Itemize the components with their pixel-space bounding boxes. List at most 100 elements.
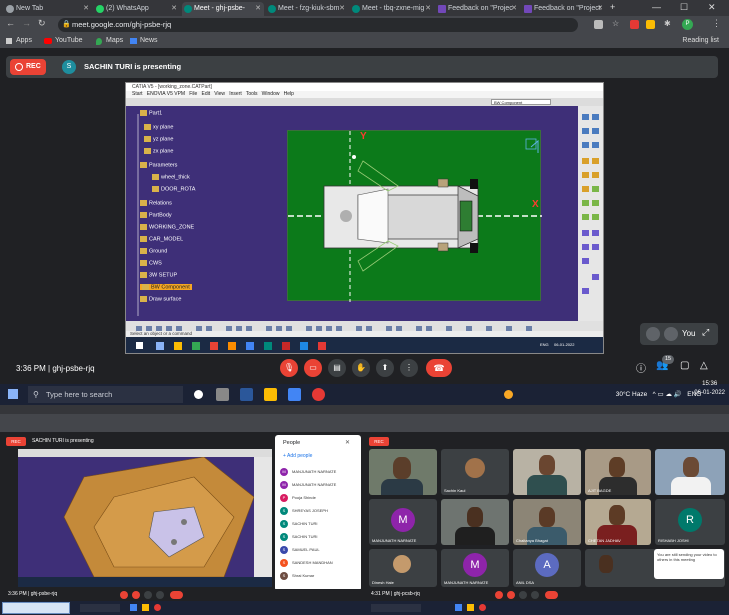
- video-tile[interactable]: M MANJUNATH NARNATE: [369, 499, 437, 545]
- camera-off-icon[interactable]: [132, 591, 140, 599]
- video-tile[interactable]: [441, 499, 509, 545]
- camera-icon[interactable]: [594, 20, 603, 29]
- back-icon[interactable]: ←: [6, 18, 15, 28]
- close-window-icon[interactable]: ✕: [708, 2, 716, 13]
- activities-icon[interactable]: △: [700, 360, 708, 371]
- new-tab-icon[interactable]: +: [610, 2, 615, 12]
- captions-icon[interactable]: ▤: [328, 359, 346, 377]
- video-tile[interactable]: M MANJUNATH NARNATE: [441, 549, 509, 587]
- captions-icon[interactable]: [144, 591, 152, 599]
- close-icon[interactable]: ✕: [171, 2, 177, 16]
- app-icon[interactable]: [130, 604, 137, 611]
- video-tile[interactable]: Sachin Kaul: [441, 449, 509, 495]
- tab-meet-active[interactable]: Meet - ghj-psbe- ✕: [182, 2, 264, 16]
- mini-time-code: 3:36 PM | ghj-psbe-rjq: [8, 591, 58, 597]
- captions-icon[interactable]: [519, 591, 527, 599]
- video-tile[interactable]: [513, 449, 581, 495]
- tab-new-tab[interactable]: New Tab ✕: [4, 2, 92, 16]
- video-tile[interactable]: Dinesh Hale: [369, 549, 437, 587]
- extension-icon[interactable]: [646, 20, 655, 29]
- close-icon[interactable]: ✕: [345, 439, 350, 446]
- add-people-button[interactable]: + Add people: [283, 453, 312, 459]
- video-tile[interactable]: Chaitanya Bhagat: [513, 499, 581, 545]
- leave-call-button[interactable]: ☎: [426, 359, 452, 377]
- app-icon[interactable]: [479, 604, 486, 611]
- participant-row[interactable]: M MANJUNATH NARNATE: [280, 467, 358, 477]
- mic-off-icon[interactable]: 🎙: [280, 359, 298, 377]
- present-icon[interactable]: ⬆: [376, 359, 394, 377]
- app-icon[interactable]: [467, 604, 474, 611]
- edge-icon[interactable]: [240, 388, 253, 401]
- video-tile[interactable]: [369, 449, 437, 495]
- video-tile[interactable]: [655, 449, 725, 495]
- tab-meet-3[interactable]: Meet - tbq-zxne-mig ✕: [350, 2, 434, 16]
- close-icon[interactable]: ✕: [511, 2, 517, 16]
- raise-hand-icon[interactable]: ✋: [352, 359, 370, 377]
- participant-row[interactable]: S SHREYAS JOSEPH: [280, 506, 358, 516]
- url-field[interactable]: 🔒 meet.google.com/ghj-psbe-rjq: [58, 18, 578, 32]
- close-icon[interactable]: ✕: [425, 2, 431, 16]
- close-icon[interactable]: ✕: [339, 2, 345, 16]
- participant-row[interactable]: S SANDESH MANDHAN: [280, 558, 358, 568]
- camera-off-icon[interactable]: ▭: [304, 359, 322, 377]
- participant-row[interactable]: S Shrai Kumar: [280, 571, 358, 581]
- leave-call-button[interactable]: [170, 591, 183, 599]
- store-icon[interactable]: [288, 388, 301, 401]
- chrome-taskbar-icon[interactable]: [312, 388, 325, 401]
- bookmark-news[interactable]: News: [140, 34, 158, 48]
- profile-avatar[interactable]: P: [682, 19, 693, 30]
- expand-icon[interactable]: ⤢: [702, 327, 709, 338]
- leave-call-button[interactable]: [545, 591, 558, 599]
- bookmark-youtube[interactable]: YouTube: [55, 34, 83, 48]
- info-icon[interactable]: ⓘ: [636, 360, 646, 375]
- taskbar-search[interactable]: ⚲ Type here to search: [28, 386, 183, 403]
- participant-row[interactable]: S SACHIN TURI: [280, 519, 358, 529]
- bookmark-maps[interactable]: Maps: [106, 34, 123, 48]
- mic-off-icon[interactable]: [495, 591, 503, 599]
- tab-meet-2[interactable]: Meet - fzg-kiuk-sbm ✕: [266, 2, 348, 16]
- menu-kebab-icon[interactable]: ⋮: [712, 18, 721, 29]
- forward-icon[interactable]: →: [22, 18, 31, 28]
- star-icon[interactable]: ☆: [612, 19, 619, 28]
- chat-icon[interactable]: ▢: [680, 360, 689, 371]
- windows-start-icon[interactable]: [8, 389, 18, 399]
- participant-row[interactable]: M MANJUNATH NARNATE: [280, 480, 358, 490]
- present-icon[interactable]: [156, 591, 164, 599]
- mini-search[interactable]: [80, 604, 120, 612]
- puzzle-icon[interactable]: ✱: [664, 19, 671, 28]
- app-icon[interactable]: [154, 604, 161, 611]
- tab-feedback-1[interactable]: Feedback on "Projec ✕: [436, 2, 520, 16]
- reading-list-button[interactable]: Reading list: [682, 34, 719, 48]
- cortana-icon[interactable]: [194, 390, 203, 399]
- self-view-chip[interactable]: You ⤢: [640, 323, 718, 345]
- close-icon[interactable]: ✕: [83, 2, 89, 16]
- task-view-icon[interactable]: [216, 388, 229, 401]
- pin-icon[interactable]: [646, 327, 660, 341]
- participant-row[interactable]: S SAMUEL PAUL: [280, 545, 358, 555]
- reload-icon[interactable]: ↻: [38, 18, 46, 29]
- tab-feedback-2[interactable]: Feedback on "Project ✕: [522, 2, 606, 16]
- present-icon[interactable]: [531, 591, 539, 599]
- close-icon[interactable]: ✕: [255, 2, 261, 16]
- participant-row[interactable]: S SACHIN TURI: [280, 532, 358, 542]
- minimize-icon[interactable]: —: [652, 2, 661, 12]
- maximize-icon[interactable]: ☐: [680, 2, 688, 13]
- video-tile[interactable]: A ANIL DSA: [513, 549, 581, 587]
- mic-off-icon[interactable]: [120, 591, 128, 599]
- participant-row[interactable]: P Pooja Shinde: [280, 493, 358, 503]
- app-icon[interactable]: [142, 604, 149, 611]
- close-icon[interactable]: ✕: [597, 2, 603, 16]
- tab-whatsapp[interactable]: (2) WhatsApp ✕: [94, 2, 180, 16]
- camera-off-icon[interactable]: [507, 591, 515, 599]
- video-tile[interactable]: AJIT BAGDE: [585, 449, 651, 495]
- more-options-icon[interactable]: ⋮: [400, 359, 418, 377]
- mini-search[interactable]: [371, 604, 421, 612]
- taskbar-thumbnail[interactable]: [2, 602, 70, 614]
- video-tile[interactable]: CHETAN JADHAV: [585, 499, 651, 545]
- file-explorer-icon[interactable]: [264, 388, 277, 401]
- video-tile[interactable]: R RISHABH JOSHI: [655, 499, 725, 545]
- bookmark-apps[interactable]: Apps: [16, 34, 32, 48]
- app-icon[interactable]: [455, 604, 462, 611]
- extension-icon[interactable]: [630, 20, 639, 29]
- mic-icon[interactable]: [664, 327, 678, 341]
